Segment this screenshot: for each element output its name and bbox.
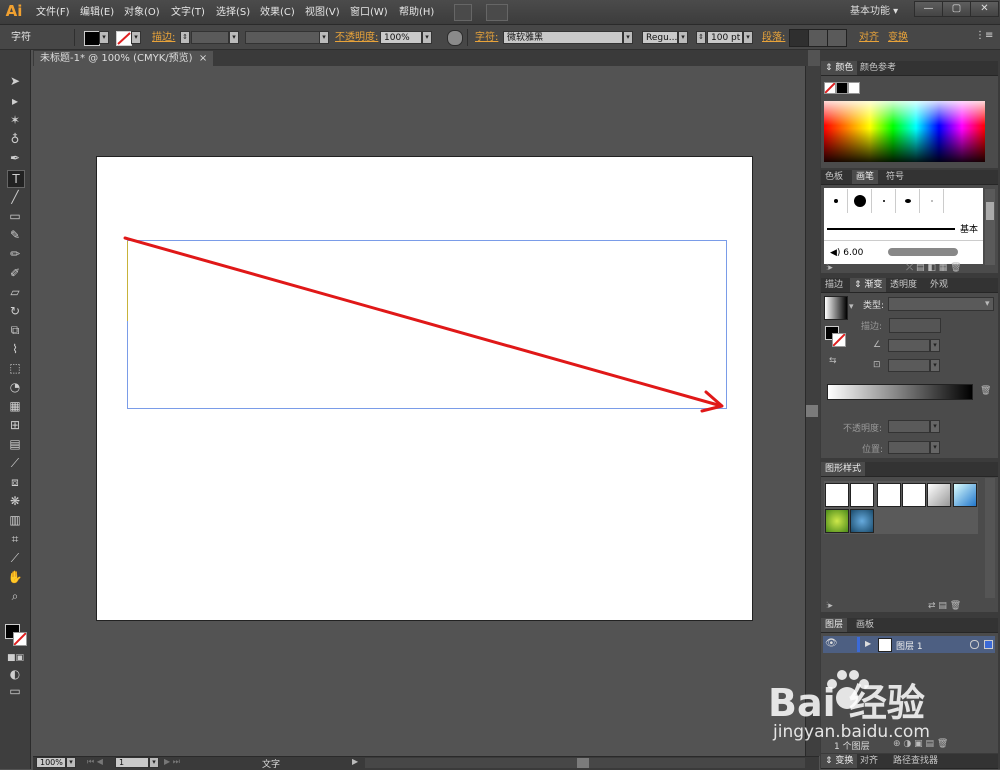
basic-brush-stroke[interactable]	[827, 228, 955, 230]
zoom-dropdown-icon[interactable]: ▾	[66, 757, 76, 768]
charcoal-brush-stroke[interactable]	[888, 248, 958, 256]
none-slash-icon	[824, 82, 836, 94]
tab-stroke[interactable]: 描边	[821, 278, 847, 292]
layer-name[interactable]: 图层 1	[896, 639, 923, 652]
brush-dot-large[interactable]	[848, 189, 872, 213]
gradient-opacity-field[interactable]	[888, 420, 930, 433]
tab-gradient[interactable]: ⇕ 渐变	[850, 278, 887, 292]
gradient-slider[interactable]	[827, 384, 973, 400]
gradient-stroke-options-icon[interactable]	[889, 318, 941, 333]
brush-blank[interactable]	[920, 189, 944, 213]
layer-thumbnail	[878, 638, 892, 652]
current-tool-label: 文字	[262, 760, 281, 770]
style-default[interactable]	[825, 483, 849, 507]
gradient-preset-dropdown-icon[interactable]: ▾	[849, 302, 854, 312]
brush-panel-actions-icon[interactable]: ⤫ ▤ ◧ ▦ 🗑	[906, 263, 962, 273]
tab-brushes[interactable]: 画笔	[852, 170, 879, 184]
tab-color-label: 颜色	[835, 63, 854, 73]
gradient-type-label: 类型:	[863, 301, 885, 311]
artboard-number-field[interactable]: 1	[115, 757, 149, 768]
graphic-styles-scrollbar[interactable]	[985, 478, 995, 598]
baidu-paw-icon	[827, 670, 869, 709]
divider	[824, 240, 983, 241]
layer-visibility-icon[interactable]: 👁	[825, 638, 838, 649]
gradient-position-field[interactable]	[888, 441, 930, 454]
gradient-angle-icon: ∠	[873, 340, 882, 350]
graphic-styles-actions-icon[interactable]: ⇄ ▤ 🗑	[928, 601, 961, 611]
gradient-aspect-icon: ⊡	[873, 360, 881, 370]
tab-graphic-styles[interactable]: 图形样式	[821, 462, 866, 476]
gradient-type-dropdown-icon[interactable]: ▾	[985, 299, 990, 309]
gradient-aspect-field[interactable]	[888, 359, 930, 372]
gradient-angle-field[interactable]	[888, 339, 930, 352]
brushes-panel-tabs	[821, 170, 998, 185]
tab-transform-label: 变换	[835, 756, 854, 766]
brush-scroll-thumb[interactable]	[986, 202, 994, 220]
layers-panel-tabs	[821, 618, 998, 633]
style-stroke-only[interactable]	[902, 483, 926, 507]
white-color-icon[interactable]	[848, 82, 860, 94]
tab-align[interactable]: 对齐	[856, 754, 882, 768]
tab-color-guide[interactable]: 颜色参考	[856, 61, 900, 75]
gradient-opacity-label: 不透明度:	[843, 424, 883, 434]
basic-brush-label: 基本	[960, 225, 979, 235]
tab-gradient-label: 渐变	[864, 280, 883, 290]
watermark-url: jingyan.baidu.com	[773, 722, 930, 742]
brush-dash[interactable]	[896, 189, 920, 213]
tab-color[interactable]: ⇕ 颜色	[821, 61, 858, 75]
tab-artboards[interactable]: 画板	[852, 618, 878, 632]
tab-pathfinder[interactable]: 路径查找器	[889, 754, 942, 768]
style-white-fill[interactable]	[877, 483, 901, 507]
gradient-position-label: 位置:	[862, 445, 884, 455]
tab-swatches[interactable]: 色板	[821, 170, 847, 184]
style-blue-glow[interactable]	[953, 483, 977, 507]
brush-library-menu-icon[interactable]: ⫶▸	[826, 263, 833, 273]
brush-size-label: ◀) 6.00	[830, 248, 864, 258]
gradient-opacity-dropdown-icon[interactable]: ▾	[930, 420, 940, 433]
gradient-preview-swatch[interactable]	[824, 296, 848, 320]
gradient-stroke-icon[interactable]	[832, 333, 846, 347]
black-color-icon[interactable]	[836, 82, 848, 94]
brush-size-value: 6.00	[843, 248, 864, 258]
layer-expand-icon[interactable]: ▶	[865, 639, 871, 648]
tab-transparency[interactable]: 透明度	[886, 278, 921, 292]
style-drop-shadow[interactable]	[927, 483, 951, 507]
gradient-stroke-label: 描边:	[861, 322, 883, 332]
gradient-aspect-dropdown-icon[interactable]: ▾	[930, 359, 940, 372]
gradient-delete-stop-icon[interactable]: 🗑	[980, 386, 991, 396]
graphic-styles-library-icon[interactable]: ⫶▸	[826, 601, 833, 611]
zoom-field[interactable]: 100%	[36, 757, 66, 768]
tab-layers[interactable]: 图层	[821, 618, 848, 632]
gradient-position-dropdown-icon[interactable]: ▾	[930, 441, 940, 454]
horizontal-scroll-thumb[interactable]	[577, 758, 589, 768]
layer-target-icon[interactable]	[970, 640, 979, 649]
style-green-texture[interactable]	[825, 509, 849, 533]
tab-transform[interactable]: ⇕ 变换	[821, 754, 858, 768]
color-spectrum[interactable]	[824, 101, 985, 162]
style-no-stroke[interactable]	[850, 483, 874, 507]
style-blue-texture[interactable]	[850, 509, 874, 533]
none-slash-icon	[832, 333, 846, 347]
vertical-scroll-thumb[interactable]	[806, 405, 818, 417]
gradient-reverse-icon[interactable]: ⇆	[829, 356, 837, 366]
artboard-nav-prev-icon[interactable]: ⏮ ◀	[87, 757, 103, 767]
arrow-shaft	[123, 236, 720, 407]
gradient-angle-dropdown-icon[interactable]: ▾	[930, 339, 940, 352]
artboard-dropdown-icon[interactable]: ▾	[149, 757, 159, 768]
brush-dot-small[interactable]	[824, 189, 848, 213]
none-color-icon[interactable]	[824, 82, 836, 94]
status-menu-icon[interactable]: ▶	[352, 757, 358, 766]
brush-scrollbar[interactable]	[985, 189, 995, 265]
artboard-nav-next-icon[interactable]: ▶ ⏭	[164, 757, 180, 767]
brush-dot-tiny[interactable]	[872, 189, 896, 213]
layer-color-tag	[857, 637, 860, 652]
tab-symbols[interactable]: 符号	[882, 170, 908, 184]
tab-appearance[interactable]: 外观	[926, 278, 952, 292]
gradient-type-select[interactable]	[888, 297, 994, 311]
layer-selection-indicator[interactable]	[984, 640, 993, 649]
